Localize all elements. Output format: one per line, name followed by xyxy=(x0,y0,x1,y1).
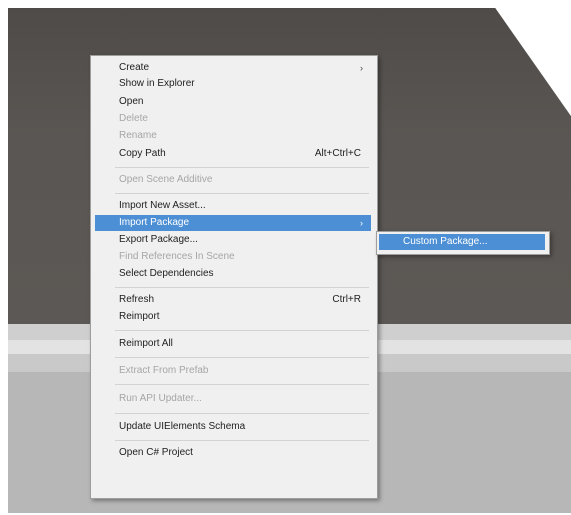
menu-item-open[interactable]: Open xyxy=(95,94,371,110)
menu-item-reimport-all[interactable]: Reimport All xyxy=(95,336,371,352)
menu-item-label: Import New Asset... xyxy=(119,200,206,211)
menu-item-reimport[interactable]: Reimport xyxy=(95,309,371,325)
menu-item-copy-path[interactable]: Copy Path Alt+Ctrl+C xyxy=(95,146,371,162)
menu-separator xyxy=(115,330,369,331)
menu-separator xyxy=(115,413,369,414)
menu-item-run-api-updater[interactable]: Run API Updater... xyxy=(95,391,371,407)
menu-item-refresh[interactable]: Refresh Ctrl+R xyxy=(95,292,371,308)
menu-separator xyxy=(115,287,369,288)
menu-item-select-dependencies[interactable]: Select Dependencies xyxy=(95,266,371,282)
menu-item-update-uielements-schema[interactable]: Update UIElements Schema xyxy=(95,419,371,435)
menu-item-delete[interactable]: Delete xyxy=(95,111,371,127)
menu-item-open-csharp-project[interactable]: Open C# Project xyxy=(95,445,371,461)
menu-item-create[interactable]: Create › xyxy=(95,60,371,76)
menu-item-label: Open Scene Additive xyxy=(119,174,213,185)
menu-item-show-in-explorer[interactable]: Show in Explorer xyxy=(95,76,371,92)
menu-item-label: Run API Updater... xyxy=(119,393,202,404)
menu-item-rename[interactable]: Rename xyxy=(95,128,371,144)
menu-item-label: Reimport xyxy=(119,311,160,322)
menu-separator xyxy=(115,440,369,441)
menu-item-label: Show in Explorer xyxy=(119,78,195,89)
menu-item-label: Delete xyxy=(119,113,148,124)
menu-item-export-package[interactable]: Export Package... xyxy=(95,232,371,248)
menu-item-label: Open xyxy=(119,96,144,107)
menu-separator xyxy=(115,167,369,168)
context-menu: Create › Show in Explorer Open Delete Re… xyxy=(90,55,378,499)
menu-separator xyxy=(115,357,369,358)
menu-item-open-scene-additive[interactable]: Open Scene Additive xyxy=(95,172,371,188)
menu-item-label: Open C# Project xyxy=(119,447,193,458)
menu-item-label: Refresh xyxy=(119,294,155,305)
menu-item-extract-from-prefab[interactable]: Extract From Prefab xyxy=(95,363,371,379)
import-package-submenu: Custom Package... xyxy=(376,231,550,255)
menu-separator xyxy=(115,193,369,194)
submenu-arrow-icon: › xyxy=(360,63,363,73)
menu-separator xyxy=(115,384,369,385)
menu-item-label: Custom Package... xyxy=(403,236,488,247)
menu-item-import-package[interactable]: Import Package › xyxy=(95,215,371,231)
submenu-arrow-icon: › xyxy=(360,218,363,228)
menu-item-shortcut: Ctrl+R xyxy=(332,294,361,305)
menu-item-label: Copy Path xyxy=(119,148,166,159)
menu-item-label: Export Package... xyxy=(119,234,198,245)
screenshot-frame: Create › Show in Explorer Open Delete Re… xyxy=(0,0,571,515)
menu-item-label: Find References In Scene xyxy=(119,251,235,262)
menu-item-custom-package[interactable]: Custom Package... xyxy=(379,234,545,250)
menu-item-label: Rename xyxy=(119,130,157,141)
menu-item-label: Create xyxy=(119,62,150,73)
menu-item-label: Update UIElements Schema xyxy=(119,421,246,432)
menu-item-label: Extract From Prefab xyxy=(119,365,209,376)
menu-item-label: Select Dependencies xyxy=(119,268,214,279)
menu-item-find-references[interactable]: Find References In Scene xyxy=(95,249,371,265)
menu-item-import-new-asset[interactable]: Import New Asset... xyxy=(95,198,371,214)
menu-item-label: Reimport All xyxy=(119,338,173,349)
menu-item-label: Import Package xyxy=(119,217,190,228)
menu-item-shortcut: Alt+Ctrl+C xyxy=(314,148,361,159)
